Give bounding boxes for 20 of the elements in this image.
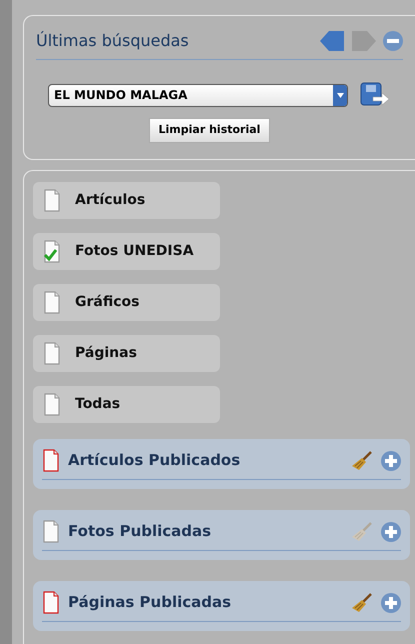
export-icon[interactable] [360,82,390,108]
published-section[interactable]: Artículos Publicados [33,439,410,489]
clear-history-button[interactable]: Limpiar historial [148,118,270,143]
published-section[interactable]: Páginas Publicadas [33,581,410,631]
category-item[interactable]: Gráficos [33,284,220,321]
broom-icon[interactable] [351,592,373,612]
add-icon[interactable] [381,522,401,542]
search-select[interactable]: EL MUNDO MALAGA [48,84,348,106]
category-item[interactable]: Fotos UNEDISA [33,233,220,270]
minus-icon[interactable] [383,31,403,51]
broom-icon[interactable] [351,450,373,470]
back-arrow-icon[interactable] [319,30,345,52]
add-icon[interactable] [381,450,401,470]
add-icon[interactable] [381,592,401,612]
published-section[interactable]: Fotos Publicadas [33,510,410,560]
dropdown-caret-icon [336,92,344,98]
category-item[interactable]: Páginas [33,335,220,372]
panel-title: Últimas búsquedas [36,30,189,52]
category-item[interactable]: Todas [33,386,220,423]
category-item[interactable]: Artículos [33,182,220,219]
